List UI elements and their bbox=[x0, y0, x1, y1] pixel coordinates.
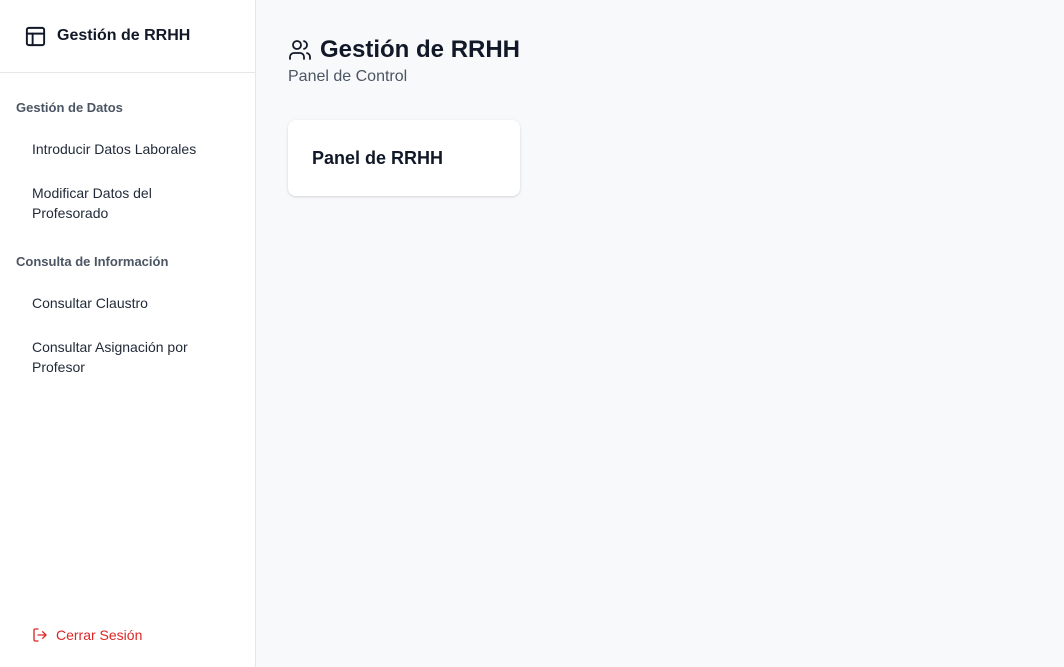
nav-list-gestion-datos: Introducir Datos Laborales Modificar Dat… bbox=[0, 115, 255, 223]
users-icon bbox=[288, 38, 312, 62]
logout-button[interactable]: Cerrar Sesión bbox=[32, 627, 142, 643]
sidebar-item-consultar-asignacion-profesor[interactable]: Consultar Asignación por Profesor bbox=[0, 337, 255, 377]
app-root: Gestión de RRHH Gestión de Datos Introdu… bbox=[0, 0, 1064, 667]
sidebar-brand-title: Gestión de RRHH bbox=[57, 27, 191, 44]
log-out-icon bbox=[32, 627, 48, 643]
sidebar-item-consultar-claustro[interactable]: Consultar Claustro bbox=[0, 293, 255, 313]
logout-label: Cerrar Sesión bbox=[56, 627, 143, 643]
card-title: Panel de RRHH bbox=[312, 147, 444, 168]
page-subtitle: Panel de Control bbox=[288, 68, 408, 85]
section-title-gestion-datos: Gestión de Datos bbox=[16, 100, 123, 115]
page-title: Gestión de RRHH bbox=[320, 36, 521, 63]
sidebar-item-introducir-datos-laborales[interactable]: Introducir Datos Laborales bbox=[0, 139, 255, 159]
panel-rrhh-card[interactable]: Panel de RRHH bbox=[288, 120, 520, 196]
section-title-consulta-informacion: Consulta de Información bbox=[16, 254, 169, 269]
page-header: Gestión de RRHH bbox=[288, 36, 1032, 64]
sidebar: Gestión de RRHH Gestión de Datos Introdu… bbox=[0, 0, 256, 667]
sidebar-brand: Gestión de RRHH bbox=[0, 0, 255, 73]
nav-list-consulta-informacion: Consultar Claustro Consultar Asignación … bbox=[0, 269, 255, 377]
main-content: Gestión de RRHH Panel de Control Panel d… bbox=[256, 0, 1064, 667]
layout-panel-icon bbox=[24, 25, 47, 48]
sidebar-item-modificar-datos-profesorado[interactable]: Modificar Datos del Profesorado bbox=[0, 183, 255, 223]
